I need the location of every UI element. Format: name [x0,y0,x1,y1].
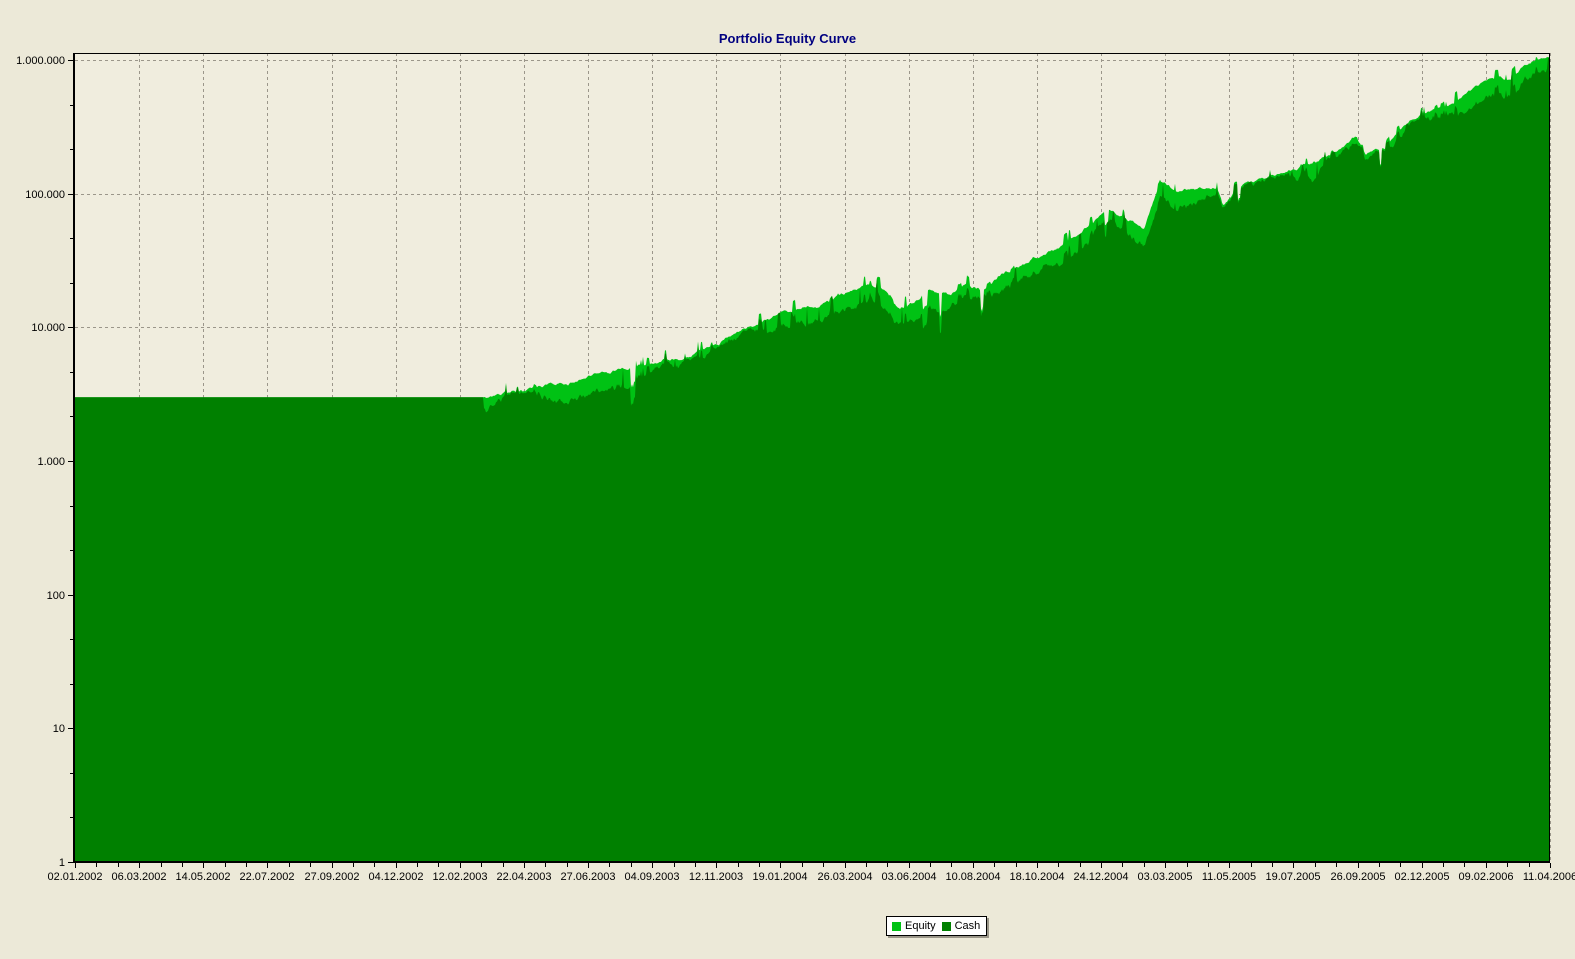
legend-label-cash: Cash [954,920,981,932]
y-tick-label-0: 1.000.000 [16,55,65,67]
equity-swatch-icon [892,921,901,931]
x-tick-label-0: 02.01.2002 [47,871,102,883]
legend-item-cash[interactable]: Cash [941,920,981,932]
x-tick-label-13: 03.06.2004 [881,871,936,883]
x-tick-label-6: 12.02.2003 [432,871,487,883]
x-tick-label-19: 19.07.2005 [1265,871,1320,883]
x-tick-label-23: 11.04.2006 [1523,871,1575,883]
legend-item-equity[interactable]: Equity [892,920,936,932]
x-tick-label-1: 06.03.2002 [111,871,166,883]
x-tick-label-12: 26.03.2004 [817,871,872,883]
x-tick-label-15: 18.10.2004 [1009,871,1064,883]
x-tick-label-10: 12.11.2003 [689,871,743,883]
x-tick-label-16: 24.12.2004 [1073,871,1128,883]
x-tick-label-21: 02.12.2005 [1394,871,1449,883]
cash-swatch-icon [941,921,951,931]
x-tick-label-14: 10.08.2004 [945,871,1000,883]
chart-legend[interactable]: Equity Cash [886,916,988,936]
y-tick-label-5: 10 [53,723,65,735]
x-tick-label-20: 26.09.2005 [1330,871,1385,883]
x-tick-label-22: 09.02.2006 [1458,871,1513,883]
y-tick-label-4: 100 [47,590,65,602]
y-tick-label-6: 1 [59,857,65,869]
y-tick-label-1: 100.000 [25,189,65,201]
x-tick-label-4: 27.09.2002 [304,871,359,883]
x-tick-label-7: 22.04.2003 [496,871,551,883]
x-tick-label-11: 19.01.2004 [752,871,807,883]
x-tick-label-3: 22.07.2002 [239,871,294,883]
y-tick-label-2: 10.000 [31,322,65,334]
x-tick-label-9: 04.09.2003 [624,871,679,883]
x-tick-label-2: 14.05.2002 [175,871,230,883]
x-tick-label-17: 03.03.2005 [1137,871,1192,883]
legend-label-equity: Equity [905,920,936,932]
x-tick-label-8: 27.06.2003 [560,871,615,883]
chart-plot-area: 1.000.000 100.000 10.000 1.000 100 10 1 02.01.2… [16,53,1575,883]
portfolio-equity-chart: Portfolio Equity Curve 1.000.000 100.000 1… [0,0,1575,959]
x-tick-label-5: 04.12.2002 [368,871,423,883]
x-tick-label-18: 11.05.2005 [1202,871,1256,883]
y-tick-label-3: 1.000 [37,456,65,468]
